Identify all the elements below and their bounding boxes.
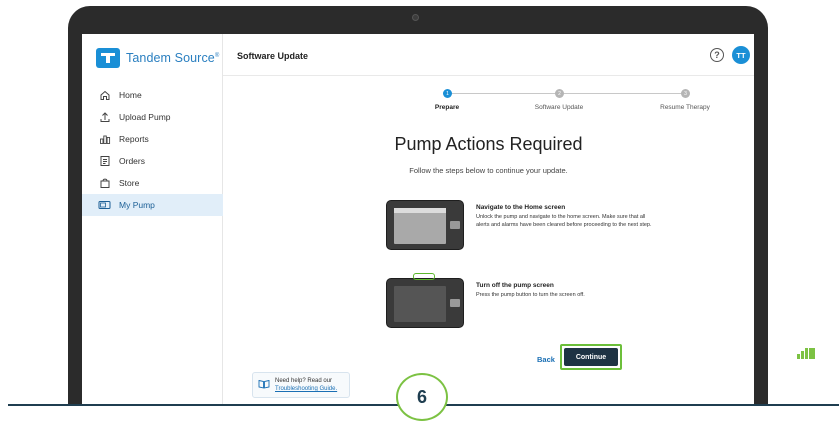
troubleshooting-link[interactable]: Troubleshooting Guide. <box>275 385 337 393</box>
pump-button-highlight <box>413 273 435 280</box>
instruction-card-home-screen: Navigate to the Home screen Unlock the p… <box>386 200 666 258</box>
pump-icon <box>98 199 111 212</box>
continue-button-highlight: Continue <box>560 344 622 370</box>
page-header: Software Update ? TT <box>223 34 754 76</box>
avatar[interactable]: TT <box>732 46 750 64</box>
app-window: Tandem Source® Home Upload Pump Reports … <box>82 34 754 406</box>
tutorial-step-badge: 6 <box>396 373 448 421</box>
tandem-mark-icon <box>797 348 815 359</box>
reports-icon <box>98 133 111 146</box>
sidebar-item-upload-pump[interactable]: Upload Pump <box>82 106 223 128</box>
pump-logo-icon <box>450 221 460 229</box>
home-icon <box>98 89 111 102</box>
pump-display <box>394 286 446 322</box>
sidebar-item-home[interactable]: Home <box>82 84 223 106</box>
brand[interactable]: Tandem Source® <box>96 48 219 68</box>
brand-name: Tandem Source® <box>126 51 220 65</box>
camera-dot <box>412 14 419 21</box>
tutorial-frame: Tandem Source® Home Upload Pump Reports … <box>0 0 839 425</box>
sidebar-item-my-pump[interactable]: My Pump <box>82 194 223 216</box>
page-header-title: Software Update <box>237 51 309 61</box>
page-subtitle: Follow the steps below to continue your … <box>409 166 568 175</box>
pump-logo-icon <box>450 299 460 307</box>
pump-status-bar <box>394 208 446 213</box>
stepper-line <box>443 93 688 94</box>
store-icon <box>98 177 111 190</box>
help-icon[interactable]: ? <box>710 48 724 62</box>
step-1-dot: 1 <box>443 89 452 98</box>
sidebar-item-label: Upload Pump <box>119 112 171 122</box>
sidebar-item-label: My Pump <box>119 200 155 210</box>
pump-image-home-screen <box>386 200 464 250</box>
continue-button[interactable]: Continue <box>564 348 618 366</box>
instruction-card-screen-off: Turn off the pump screen Press the pump … <box>386 273 666 336</box>
progress-stepper: 1 2 3 Prepare Software Update Resume The… <box>223 88 754 118</box>
card-title: Turn off the pump screen <box>476 282 554 289</box>
sidebar-item-label: Home <box>119 90 142 100</box>
tandem-logo-icon <box>96 48 120 68</box>
pump-display <box>394 208 446 244</box>
sidebar-nav: Home Upload Pump Reports Orders Store My… <box>82 84 223 216</box>
help-callout: Need help? Read our Troubleshooting Guid… <box>252 372 350 398</box>
step-3-dot: 3 <box>681 89 690 98</box>
orders-icon <box>98 155 111 168</box>
upload-icon <box>98 111 111 124</box>
back-link[interactable]: Back <box>537 355 555 364</box>
sidebar-item-store[interactable]: Store <box>82 172 223 194</box>
pump-image-screen-off <box>386 273 464 328</box>
step-2-label: Software Update <box>534 104 584 111</box>
card-title: Navigate to the Home screen <box>476 204 566 211</box>
sidebar-item-label: Store <box>119 178 140 188</box>
sidebar-item-label: Orders <box>119 156 145 166</box>
laptop-bezel: Tandem Source® Home Upload Pump Reports … <box>68 6 768 406</box>
sidebar-item-label: Reports <box>119 134 149 144</box>
card-body: Press the pump button to turn the screen… <box>476 292 585 298</box>
card-body: Unlock the pump and navigate to the home… <box>476 214 652 228</box>
step-1-label: Prepare <box>434 104 460 111</box>
step-2-dot: 2 <box>555 89 564 98</box>
help-text: Need help? Read our <box>275 378 333 384</box>
sidebar: Tandem Source® Home Upload Pump Reports … <box>82 34 223 406</box>
book-icon <box>258 376 270 394</box>
page-title: Pump Actions Required <box>394 134 583 154</box>
sidebar-item-orders[interactable]: Orders <box>82 150 223 172</box>
step-3-label: Resume Therapy <box>660 104 710 111</box>
sidebar-item-reports[interactable]: Reports <box>82 128 223 150</box>
